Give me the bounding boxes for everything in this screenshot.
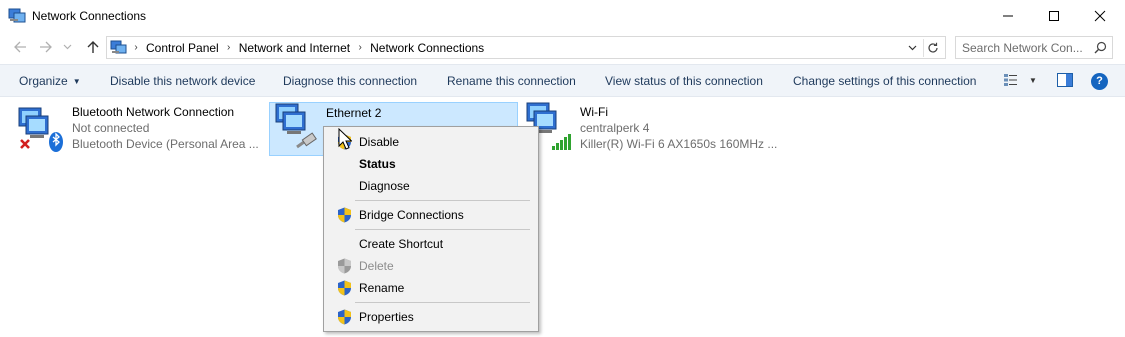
- menu-separator: [355, 200, 530, 201]
- search-box[interactable]: [955, 36, 1113, 59]
- recent-locations-button[interactable]: [60, 37, 74, 57]
- command-bar: Organize ▼ Disable this network device Di…: [0, 64, 1125, 97]
- ethernet-network-icon: [275, 103, 317, 149]
- maximize-icon: [1049, 11, 1059, 21]
- up-button[interactable]: [83, 37, 103, 57]
- refresh-icon: [927, 42, 938, 53]
- rename-connection-button[interactable]: Rename this connection: [447, 74, 576, 88]
- view-options-icon: [1004, 74, 1017, 86]
- uac-shield-icon: [338, 280, 351, 296]
- change-view-button[interactable]: ▼: [1003, 73, 1037, 87]
- menu-separator: [355, 302, 530, 303]
- menu-item-properties[interactable]: Properties: [326, 306, 536, 328]
- menu-item-rename[interactable]: Rename: [326, 277, 536, 299]
- menu-item-label: Properties: [359, 310, 414, 324]
- mouse-cursor-icon: [338, 128, 352, 150]
- chevron-down-icon: [63, 44, 71, 50]
- search-input[interactable]: [962, 40, 1092, 55]
- window-title: Network Connections: [32, 9, 147, 23]
- back-button[interactable]: [10, 37, 30, 57]
- network-connections-icon: [110, 40, 127, 53]
- organize-menu[interactable]: Organize ▼: [19, 74, 81, 88]
- organize-label: Organize: [19, 74, 68, 88]
- preview-pane-icon: [1057, 73, 1073, 87]
- connection-name: Bluetooth Network Connection: [72, 105, 235, 119]
- menu-item-label: Create Shortcut: [359, 237, 444, 251]
- menu-item-label: Disable: [359, 135, 400, 149]
- arrow-right-icon: [40, 41, 52, 53]
- caret-down-icon[interactable]: ▼: [1029, 76, 1037, 85]
- menu-item-label: Rename: [359, 281, 405, 295]
- refresh-button[interactable]: [923, 39, 941, 57]
- help-button[interactable]: ?: [1091, 73, 1108, 90]
- address-bar[interactable]: › Control Panel › Network and Internet ›…: [106, 36, 946, 59]
- bluetooth-network-icon: [18, 107, 63, 152]
- menu-item-status[interactable]: Status: [326, 153, 536, 175]
- diagnose-connection-button[interactable]: Diagnose this connection: [283, 74, 417, 88]
- uac-shield-icon: [338, 207, 351, 223]
- caret-down-icon: ▼: [72, 77, 81, 86]
- search-icon[interactable]: [1094, 41, 1107, 54]
- connection-name: Wi-Fi: [580, 105, 608, 119]
- view-status-button[interactable]: View status of this connection: [605, 74, 763, 88]
- menu-item-diagnose[interactable]: Diagnose: [326, 175, 536, 197]
- uac-shield-icon: [338, 258, 351, 274]
- chevron-right-icon[interactable]: ›: [352, 42, 368, 53]
- connection-device: Killer(R) Wi-Fi 6 AX1650s 160MHz ...: [580, 137, 778, 151]
- menu-item-label: Diagnose: [359, 179, 410, 193]
- maximize-button[interactable]: [1031, 0, 1077, 32]
- chevron-down-icon: [908, 45, 916, 51]
- menu-item-label: Status: [359, 157, 396, 171]
- chevron-right-icon[interactable]: ›: [128, 42, 144, 53]
- menu-item-label: Delete: [359, 259, 394, 273]
- breadcrumb-network-connections[interactable]: Network Connections: [368, 41, 486, 55]
- menu-separator: [355, 229, 530, 230]
- disable-device-button[interactable]: Disable this network device: [110, 74, 255, 88]
- breadcrumb-network-and-internet[interactable]: Network and Internet: [237, 41, 352, 55]
- arrow-up-icon: [87, 41, 99, 53]
- connection-wifi[interactable]: Wi-Fi centralperk 4 Killer(R) Wi-Fi 6 AX…: [524, 102, 784, 156]
- address-history-button[interactable]: [905, 40, 919, 56]
- connection-status: Not connected: [72, 121, 150, 135]
- network-connections-icon: [8, 8, 26, 23]
- close-button[interactable]: [1077, 0, 1123, 32]
- navigation-bar: › Control Panel › Network and Internet ›…: [0, 32, 1125, 62]
- menu-item-delete[interactable]: Delete: [326, 255, 536, 277]
- connection-bluetooth[interactable]: Bluetooth Network Connection Not connect…: [16, 102, 266, 156]
- menu-item-disable[interactable]: Disable: [326, 131, 536, 153]
- menu-item-label: Bridge Connections: [359, 208, 464, 222]
- context-menu: Disable Status Diagnose Bridge Connectio…: [323, 126, 539, 332]
- breadcrumb-control-panel[interactable]: Control Panel: [144, 41, 221, 55]
- forward-button[interactable]: [36, 37, 56, 57]
- minimize-button[interactable]: [985, 0, 1031, 32]
- chevron-right-icon[interactable]: ›: [221, 42, 237, 53]
- arrow-left-icon: [14, 41, 26, 53]
- title-bar: Network Connections: [0, 0, 1125, 32]
- connection-name: Ethernet 2: [326, 106, 382, 120]
- connection-status: centralperk 4: [580, 121, 650, 135]
- minimize-icon: [1003, 15, 1013, 17]
- connection-device: Bluetooth Device (Personal Area ...: [72, 137, 259, 151]
- change-settings-button[interactable]: Change settings of this connection: [793, 74, 976, 88]
- preview-pane-button[interactable]: [1057, 73, 1073, 87]
- close-icon: [1094, 10, 1106, 22]
- uac-shield-icon: [338, 309, 351, 325]
- menu-item-bridge-connections[interactable]: Bridge Connections: [326, 204, 536, 226]
- menu-item-create-shortcut[interactable]: Create Shortcut: [326, 233, 536, 255]
